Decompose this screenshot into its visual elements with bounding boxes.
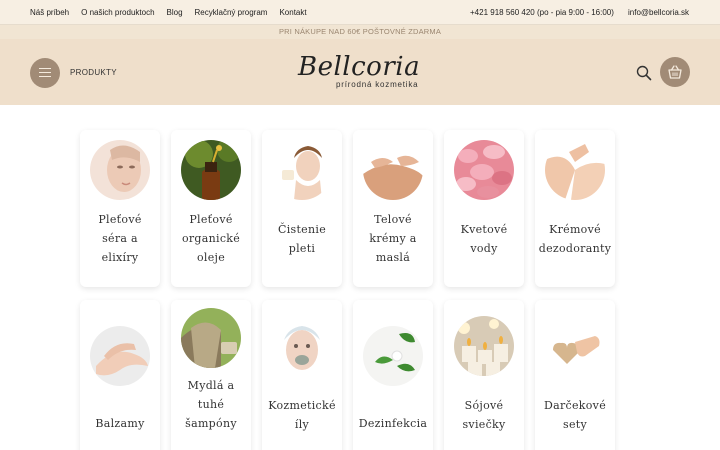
category-image-organic-oil [181, 140, 241, 200]
category-image-deodorant [545, 140, 605, 200]
category-tile-kremove-dezodoranty[interactable]: Krémové dezodoranty [535, 130, 615, 287]
category-label: Mydlá a tuhé šampóny [185, 379, 237, 430]
category-image-clay-mask [272, 316, 332, 376]
category-label: Kozmetické íly [268, 399, 336, 431]
hamburger-icon-line [39, 76, 51, 77]
promo-banner: PRI NÁKUPE NAD 60€ POŠTOVNÉ ZDARMA [0, 25, 720, 39]
category-label: Čistenie pleti [277, 223, 327, 255]
nav-link-o-produktoch[interactable]: O našich produktoch [81, 8, 154, 17]
top-bar: Náš príbeh O našich produktoch Blog Recy… [0, 0, 720, 25]
category-label: Telové krémy a maslá [369, 213, 417, 264]
nav-link-recyklacny-program[interactable]: Recyklačný program [195, 8, 268, 17]
category-label: Dezinfekcia [358, 417, 428, 430]
category-tile-balzamy[interactable]: Balzamy [80, 300, 160, 450]
category-tile-darcekove-sety[interactable]: Darčekové sety [535, 300, 615, 450]
category-tile-telove-kremy[interactable]: Telové krémy a maslá [353, 130, 433, 287]
site-logo[interactable]: Bellcoria prírodná kozmetika [298, 53, 428, 93]
category-image-body-massage [363, 140, 423, 200]
category-image-soy-candles [454, 316, 514, 376]
category-label: Pleťové séra a elixíry [98, 213, 142, 264]
category-tile-plet-oleje[interactable]: Pleťové organické oleje [171, 130, 251, 287]
logo-text: Bellcoria [298, 52, 421, 82]
basket-icon [668, 65, 682, 79]
category-image-balm-hands [90, 326, 150, 386]
category-label: Pleťové organické oleje [181, 213, 241, 264]
site-header: PRODUKTY Bellcoria prírodná kozmetika [0, 39, 720, 105]
menu-button[interactable] [30, 58, 60, 88]
category-image-soap-shampoo [181, 308, 241, 368]
category-label: Krémové dezodoranty [538, 223, 612, 255]
category-tile-dezinfekcia[interactable]: Dezinfekcia [353, 300, 433, 450]
nav-link-blog[interactable]: Blog [167, 8, 183, 17]
category-label: Darčekové sety [543, 399, 607, 431]
category-image-gift-sets [545, 316, 605, 376]
category-tile-kvetove-vody[interactable]: Kvetové vody [444, 130, 524, 287]
search-icon[interactable] [636, 65, 652, 81]
email-link[interactable]: info@bellcoria.sk [628, 8, 689, 17]
category-image-disinfection [363, 326, 423, 386]
category-label: Sójové sviečky [462, 399, 506, 431]
category-image-face-serum [90, 140, 150, 200]
category-tile-mydla-sampony[interactable]: Mydlá a tuhé šampóny [171, 300, 251, 450]
category-tile-kozmeticke-ily[interactable]: Kozmetické íly [262, 300, 342, 450]
category-tile-plet-sera[interactable]: Pleťové séra a elixíry [80, 130, 160, 287]
hamburger-icon [39, 68, 51, 69]
cart-button[interactable] [660, 57, 690, 87]
category-image-rose-petals [454, 140, 514, 200]
category-label: Kvetové vody [460, 223, 508, 255]
category-label: Balzamy [95, 417, 145, 430]
phone-number[interactable]: +421 918 560 420 (po - pia 9:00 - 16:00) [470, 8, 614, 17]
nav-link-nas-pribeh[interactable]: Náš príbeh [30, 8, 69, 17]
products-menu-label[interactable]: PRODUKTY [70, 68, 117, 77]
category-tile-cistenie-pleti[interactable]: Čistenie pleti [262, 130, 342, 287]
category-tile-sojove-sviecky[interactable]: Sójové sviečky [444, 300, 524, 450]
top-nav: Náš príbeh O našich produktoch Blog Recy… [30, 8, 307, 17]
hamburger-icon-line [39, 72, 51, 73]
category-image-face-cleansing [272, 140, 332, 200]
nav-link-kontakt[interactable]: Kontakt [279, 8, 306, 17]
logo-subtitle: prírodná kozmetika [336, 80, 419, 89]
